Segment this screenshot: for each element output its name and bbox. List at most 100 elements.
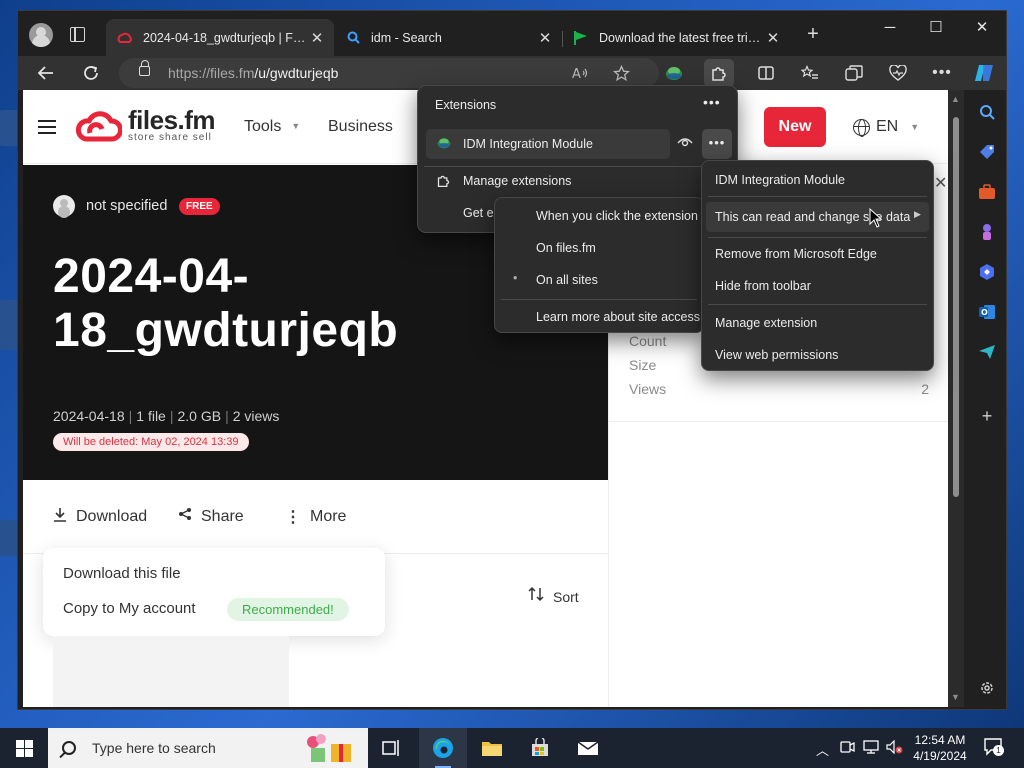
- start-button[interactable]: [0, 728, 48, 768]
- sort-button[interactable]: Sort: [528, 586, 579, 607]
- tab-close-icon[interactable]: ✕: [534, 29, 556, 47]
- tab-download-trial[interactable]: Download the latest free trial version ✕: [562, 19, 790, 56]
- notification-center-icon[interactable]: 1: [984, 738, 1004, 759]
- tab-title: idm - Search: [371, 30, 442, 45]
- maximize-button[interactable]: ☐: [913, 11, 959, 43]
- sidebar-settings-icon[interactable]: [977, 678, 997, 698]
- share-button[interactable]: Share: [178, 507, 244, 526]
- site-access-all-sites[interactable]: On all sites: [536, 273, 598, 287]
- taskbar-clock[interactable]: 12:54 AM 4/19/2024: [910, 732, 970, 764]
- owner-avatar: [53, 195, 75, 217]
- meet-now-icon[interactable]: [840, 740, 855, 757]
- address-url[interactable]: https://files.fm/u/gwdturjeqb: [168, 65, 338, 81]
- remove-extension-item[interactable]: Remove from Microsoft Edge: [715, 247, 877, 261]
- manage-extensions-puzzle-icon: [436, 173, 451, 191]
- address-bar[interactable]: https://files.fm/u/gwdturjeqb A: [119, 58, 659, 88]
- windows-taskbar: Type here to search ︿ 12:54 AM 4/19/2024…: [0, 728, 1024, 768]
- menu-divider: [708, 196, 927, 197]
- favorites-list-icon[interactable]: [796, 60, 824, 86]
- browser-essentials-icon[interactable]: [884, 60, 912, 86]
- site-access-submenu: When you click the extension On files.fm…: [494, 197, 704, 333]
- copilot-icon[interactable]: [970, 60, 998, 86]
- lock-icon[interactable]: [139, 60, 150, 76]
- desktop-icon[interactable]: [0, 300, 18, 350]
- owner-name[interactable]: not specified: [86, 198, 167, 214]
- file-explorer-icon[interactable]: [468, 728, 516, 768]
- tab-actions-icon[interactable]: [70, 27, 85, 42]
- shopping-tag-icon[interactable]: [977, 142, 997, 162]
- mail-icon[interactable]: [564, 728, 612, 768]
- scroll-up-icon[interactable]: ▲: [951, 94, 960, 104]
- hamburger-menu-icon[interactable]: [38, 120, 56, 122]
- download-button[interactable]: Download: [53, 507, 147, 527]
- tab-filesfm[interactable]: 2024-04-18_gwdturjeqb | Files.fm ✕: [106, 19, 334, 56]
- tab-idm-search[interactable]: idm - Search ✕: [334, 19, 562, 56]
- extensions-puzzle-icon[interactable]: [704, 59, 734, 87]
- file-actions: Download Share ⋮ More: [23, 480, 608, 554]
- nav-business[interactable]: Business: [328, 118, 393, 136]
- learn-more-site-access-link[interactable]: Learn more about site access: [536, 310, 700, 324]
- sort-label: Sort: [553, 588, 579, 605]
- copilot-sidebar-icon[interactable]: [977, 262, 997, 282]
- split-screen-icon[interactable]: [752, 60, 780, 86]
- close-panel-icon[interactable]: ✕: [934, 173, 947, 193]
- page-scrollbar[interactable]: ▲ ▼: [948, 90, 964, 707]
- eye-visibility-icon[interactable]: [677, 135, 693, 152]
- desktop-icon[interactable]: [0, 520, 18, 556]
- file-thumbnail[interactable]: [53, 636, 289, 707]
- tab-close-icon[interactable]: ✕: [306, 29, 328, 47]
- settings-more-icon[interactable]: •••: [928, 60, 956, 86]
- outlook-icon[interactable]: O: [977, 302, 997, 322]
- view-web-permissions-item[interactable]: View web permissions: [715, 348, 838, 362]
- extension-more-actions-icon[interactable]: •••: [702, 129, 732, 159]
- idm-extension-icon[interactable]: [660, 60, 688, 86]
- task-view-icon[interactable]: [368, 728, 416, 768]
- network-icon[interactable]: [863, 740, 879, 757]
- back-icon[interactable]: [32, 60, 60, 86]
- globe-icon: [853, 118, 870, 137]
- tray-chevron-up-icon[interactable]: ︿: [816, 740, 829, 759]
- info-label: Size: [629, 357, 657, 373]
- menu-divider: [424, 166, 731, 167]
- search-icon: [62, 741, 76, 755]
- volume-muted-icon[interactable]: [886, 739, 903, 757]
- games-icon[interactable]: [977, 222, 997, 242]
- filesfm-logo[interactable]: files.fm store share sell: [76, 107, 216, 143]
- manage-extension-item[interactable]: Manage extension: [715, 316, 817, 330]
- scroll-down-icon[interactable]: ▼: [951, 692, 960, 702]
- add-sidebar-app-icon[interactable]: +: [977, 406, 997, 426]
- info-label: Views: [629, 381, 667, 397]
- desktop-icon[interactable]: [0, 110, 18, 146]
- favorite-star-icon[interactable]: [607, 60, 635, 86]
- profile-avatar[interactable]: [29, 23, 53, 47]
- manage-extensions-item[interactable]: Manage extensions: [463, 174, 571, 188]
- collections-icon[interactable]: [840, 60, 868, 86]
- more-button[interactable]: ⋮ More: [285, 507, 346, 527]
- extension-name[interactable]: IDM Integration Module: [463, 137, 593, 151]
- refresh-icon[interactable]: [77, 60, 105, 86]
- nav-tools[interactable]: Tools ▼: [244, 118, 300, 136]
- minimize-button[interactable]: ─: [867, 11, 913, 43]
- download-this-file-item[interactable]: Download this file: [63, 565, 181, 582]
- new-tab-button[interactable]: +: [801, 23, 825, 47]
- taskbar-search[interactable]: Type here to search: [48, 728, 368, 768]
- language-selector[interactable]: EN ▼: [853, 118, 919, 137]
- site-access-on-click[interactable]: When you click the extension: [536, 209, 698, 223]
- tools-briefcase-icon[interactable]: [977, 182, 997, 202]
- language-label: EN: [876, 118, 899, 135]
- extensions-more-icon[interactable]: •••: [703, 94, 721, 110]
- share-icon: [178, 507, 192, 526]
- copy-to-account-item[interactable]: Copy to My account: [63, 600, 196, 617]
- new-button[interactable]: New: [764, 107, 826, 147]
- tab-close-icon[interactable]: ✕: [762, 29, 784, 47]
- url-path: /u/gwdturjeqb: [254, 65, 339, 81]
- read-aloud-icon[interactable]: A: [567, 60, 595, 86]
- hide-from-toolbar-item[interactable]: Hide from toolbar: [715, 279, 811, 293]
- search-icon[interactable]: [977, 102, 997, 122]
- send-paper-plane-icon[interactable]: [977, 342, 997, 362]
- microsoft-store-icon[interactable]: [516, 728, 564, 768]
- site-access-on-filesfm[interactable]: On files.fm: [536, 241, 596, 255]
- edge-taskbar-icon[interactable]: [419, 728, 467, 768]
- scroll-thumb[interactable]: [953, 117, 959, 497]
- close-window-button[interactable]: ✕: [959, 11, 1005, 43]
